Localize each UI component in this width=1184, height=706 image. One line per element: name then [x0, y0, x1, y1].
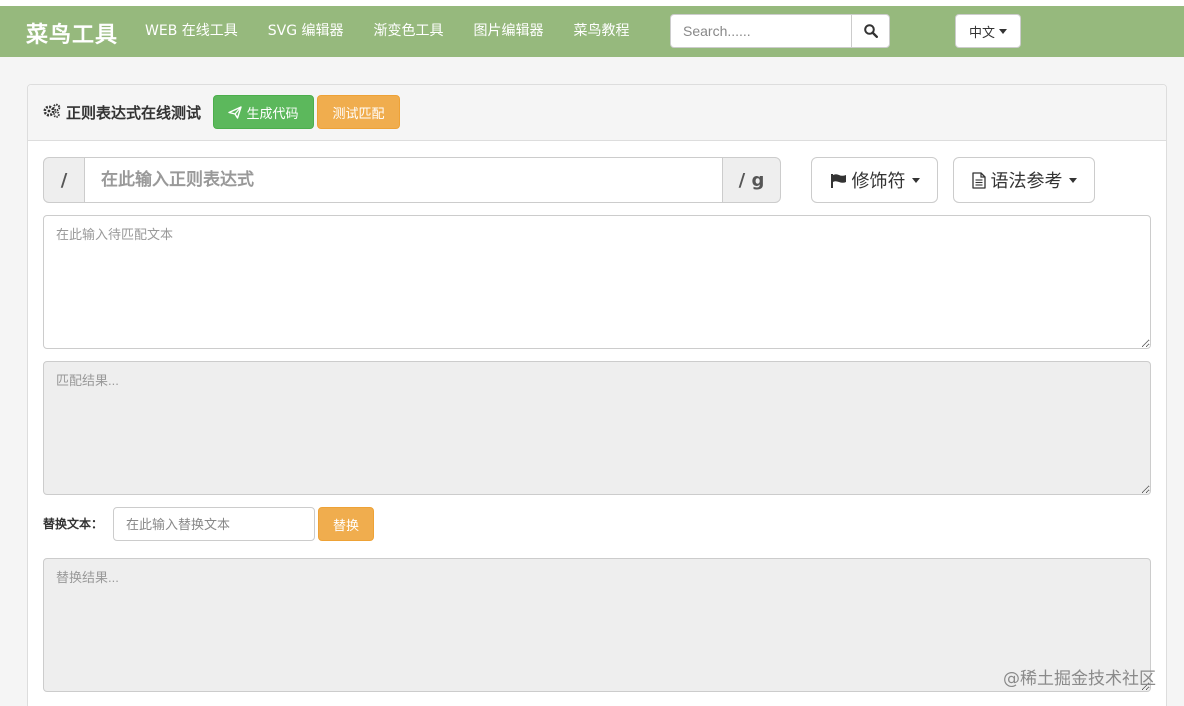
replace-result-area[interactable]	[43, 558, 1151, 692]
navbar: 菜鸟工具 WEB 在线工具 SVG 编辑器 渐变色工具 图片编辑器 菜鸟教程 中…	[0, 6, 1184, 57]
test-match-button[interactable]: 测试匹配	[317, 95, 400, 129]
input-text-area[interactable]	[43, 215, 1151, 349]
nav-link-web-tools[interactable]: WEB 在线工具	[130, 6, 253, 57]
nav-links: WEB 在线工具 SVG 编辑器 渐变色工具 图片编辑器 菜鸟教程	[130, 6, 645, 57]
gears-icon	[43, 103, 61, 118]
paper-plane-icon	[228, 105, 243, 119]
language-dropdown[interactable]: 中文	[955, 14, 1021, 48]
nav-link-gradient-tool[interactable]: 渐变色工具	[359, 6, 459, 57]
language-label: 中文	[968, 25, 995, 41]
regex-prefix: /	[43, 157, 85, 203]
generate-code-label: 生成代码	[246, 106, 299, 122]
regex-flags: / g	[722, 157, 781, 203]
generate-code-button[interactable]: 生成代码	[213, 95, 314, 129]
chevron-down-icon	[999, 28, 1007, 34]
regex-input-group: / / g	[43, 157, 781, 203]
brand-logo[interactable]: 菜鸟工具	[26, 17, 118, 49]
modifier-label: 修饰符	[851, 171, 906, 192]
panel-title: 正则表达式在线测试	[66, 104, 202, 122]
replace-button[interactable]: 替换	[318, 507, 374, 541]
panel-heading: 正则表达式在线测试 生成代码 测试匹配	[28, 85, 1166, 141]
nav-link-svg-editor[interactable]: SVG 编辑器	[253, 6, 359, 57]
regex-input[interactable]	[85, 157, 722, 203]
search-icon	[863, 24, 878, 38]
match-result-area[interactable]	[43, 361, 1151, 495]
chevron-down-icon	[1068, 177, 1077, 183]
nav-link-tutorial[interactable]: 菜鸟教程	[559, 6, 645, 57]
file-text-icon	[971, 171, 986, 189]
replace-button-label: 替换	[332, 518, 359, 534]
modifier-dropdown-button[interactable]: 修饰符	[811, 157, 938, 203]
syntax-label: 语法参考	[990, 171, 1063, 192]
regex-panel: 正则表达式在线测试 生成代码 测试匹配 / / g 修饰符	[27, 84, 1167, 706]
test-match-label: 测试匹配	[332, 106, 385, 122]
nav-link-image-editor[interactable]: 图片编辑器	[459, 6, 559, 57]
search-button[interactable]	[851, 14, 890, 48]
search-input[interactable]	[670, 14, 851, 48]
replace-input[interactable]	[113, 507, 315, 541]
chevron-down-icon	[911, 177, 920, 183]
watermark: @稀土掘金技术社区	[1003, 669, 1156, 689]
search-group	[670, 14, 890, 48]
syntax-reference-dropdown-button[interactable]: 语法参考	[953, 157, 1095, 203]
replace-label: 替换文本：	[43, 517, 104, 531]
flag-icon	[830, 173, 846, 188]
